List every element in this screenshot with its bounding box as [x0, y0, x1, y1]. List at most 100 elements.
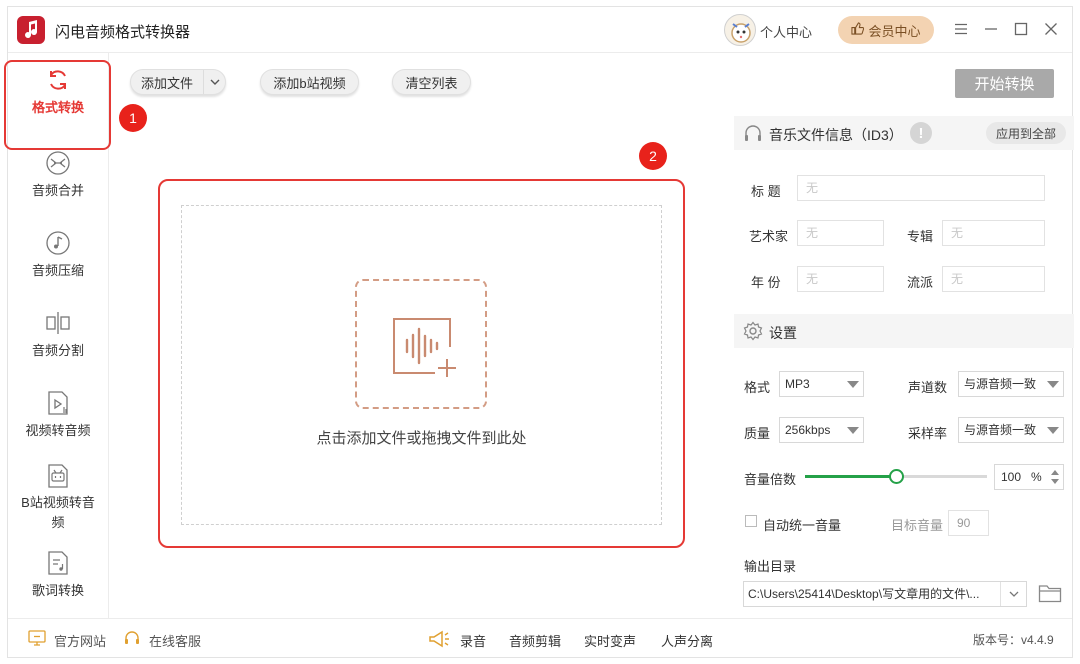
sidebar-item-lyrics-convert[interactable]: 歌词转换	[8, 550, 108, 599]
artist-label: 艺术家	[749, 229, 789, 244]
volume-label: 音量倍数	[744, 472, 797, 487]
artist-field[interactable]: 无	[797, 220, 884, 246]
lyrics-file-icon	[48, 551, 68, 575]
sidebar-item-bilibili-to-audio[interactable]: B站视频转音频	[8, 463, 108, 533]
headphones-icon	[743, 123, 763, 148]
folder-icon[interactable]	[1038, 583, 1062, 608]
settings-section-header: 设置	[734, 314, 1074, 348]
sidebar: 格式转换 音频合并 音频压缩 音频分割 视频转音频 B站视频转音频 歌词转换	[4, 53, 111, 618]
annotation-badge-2: 2	[639, 142, 667, 170]
format-value: MP3	[785, 377, 810, 391]
samplerate-select[interactable]: 与源音频一致	[958, 417, 1064, 443]
start-convert-button[interactable]: 开始转换	[955, 69, 1054, 98]
headset-icon	[123, 630, 141, 652]
chevron-down-icon	[847, 427, 859, 434]
output-dir-label: 输出目录	[744, 559, 797, 574]
year-field[interactable]: 无	[797, 266, 884, 292]
album-label: 专辑	[907, 229, 934, 244]
volume-unit: %	[1031, 470, 1042, 484]
bilibili-tv-icon	[48, 464, 68, 488]
version-text: 版本号：v4.4.9	[973, 633, 1054, 647]
gear-icon	[743, 321, 763, 346]
merge-arrows-icon	[46, 151, 70, 175]
format-label: 格式	[744, 380, 771, 395]
quality-select[interactable]: 256kbps	[779, 417, 864, 443]
online-service-link[interactable]: 在线客服	[149, 631, 201, 650]
samplerate-value: 与源音频一致	[964, 423, 1037, 437]
channels-value: 与源音频一致	[964, 377, 1037, 391]
volume-slider-handle[interactable]	[889, 469, 904, 484]
sidebar-item-audio-compress[interactable]: 音频压缩	[8, 230, 108, 279]
chevron-down-icon	[1047, 381, 1059, 388]
drop-zone-hint: 点击添加文件或拖拽文件到此处	[316, 430, 527, 447]
sidebar-item-label: 音频分割	[31, 343, 84, 358]
settings-section-title: 设置	[769, 325, 797, 341]
maximize-icon[interactable]	[1010, 18, 1032, 40]
sidebar-item-label: 音频合并	[31, 183, 84, 198]
sidebar-item-audio-merge[interactable]: 音频合并	[8, 150, 108, 199]
personal-center-link[interactable]: 个人中心	[760, 22, 812, 41]
genre-label: 流派	[907, 275, 934, 290]
website-icon	[28, 630, 46, 651]
id3-section-header: 音乐文件信息（ID3） ! 应用到全部	[734, 116, 1074, 150]
sidebar-item-video-to-audio[interactable]: 视频转音频	[8, 390, 108, 439]
minimize-icon[interactable]	[980, 18, 1002, 40]
info-alert-icon[interactable]: !	[910, 122, 932, 144]
sidebar-item-audio-split[interactable]: 音频分割	[8, 310, 108, 359]
spin-arrows-icon[interactable]	[1050, 468, 1060, 494]
sidebar-item-label: 视频转音频	[25, 423, 91, 438]
split-icon	[46, 312, 70, 334]
audio-cut-link[interactable]: 音频剪辑	[509, 631, 561, 650]
title-field[interactable]: 无	[797, 175, 1045, 201]
menu-icon[interactable]	[950, 18, 972, 40]
title-label: 标 题	[751, 184, 781, 199]
close-icon[interactable]	[1040, 18, 1062, 40]
vocal-separation-link[interactable]: 人声分离	[661, 631, 713, 650]
auto-volume-checkbox[interactable]	[745, 515, 757, 527]
apply-to-all-button[interactable]: 应用到全部	[986, 122, 1066, 144]
megaphone-icon	[428, 629, 450, 654]
volume-input[interactable]: 100 %	[994, 464, 1064, 490]
target-volume-label: 目标音量	[891, 518, 944, 533]
samplerate-label: 采样率	[908, 426, 948, 441]
chevron-down-icon	[1047, 427, 1059, 434]
output-dir-value: C:\Users\25414\Desktop\写文章用的文件\...	[748, 587, 980, 601]
volume-value: 100	[1001, 470, 1022, 484]
sidebar-item-label: 歌词转换	[31, 583, 84, 598]
channels-select[interactable]: 与源音频一致	[958, 371, 1064, 397]
output-dir-select[interactable]: C:\Users\25414\Desktop\写文章用的文件\...	[743, 581, 1027, 607]
format-select[interactable]: MP3	[779, 371, 864, 397]
add-bilibili-button[interactable]: 添加b站视频	[260, 69, 359, 95]
annotation-badge-1: 1	[119, 104, 147, 132]
target-volume-field[interactable]: 90	[948, 510, 989, 536]
add-file-label: 添加文件	[140, 75, 193, 91]
bottom-bar: 官方网站 在线客服 录音 音频剪辑 实时变声 人声分离 版本号：v4.4.9	[8, 618, 1072, 659]
official-website-link[interactable]: 官方网站	[54, 631, 106, 650]
vip-center-button[interactable]: 会员中心	[838, 16, 934, 44]
channels-label: 声道数	[908, 380, 948, 395]
genre-field[interactable]: 无	[942, 266, 1045, 292]
sidebar-item-format-convert[interactable]: 格式转换	[4, 60, 111, 150]
id3-section-title: 音乐文件信息（ID3）	[769, 127, 903, 143]
quality-value: 256kbps	[785, 423, 831, 437]
volume-slider-fill	[805, 475, 896, 478]
year-label: 年 份	[751, 275, 781, 290]
thumb-up-icon	[851, 22, 865, 38]
add-audio-icon[interactable]	[355, 279, 487, 409]
volume-slider[interactable]	[805, 469, 987, 484]
vip-center-label: 会员中心	[868, 23, 921, 39]
title-bar: 闪电音频格式转换器 个人中心 会员中心	[8, 7, 1072, 53]
auto-volume-label: 自动统一音量	[763, 518, 842, 533]
chevron-down-icon[interactable]	[203, 70, 225, 94]
chevron-down-icon	[847, 381, 859, 388]
clear-list-button[interactable]: 清空列表	[392, 69, 471, 95]
quality-label: 质量	[744, 426, 771, 441]
app-title: 闪电音频格式转换器	[55, 24, 191, 41]
avatar[interactable]	[724, 14, 756, 46]
add-file-button[interactable]: 添加文件	[130, 69, 226, 95]
sidebar-item-label: B站视频转音频	[21, 495, 95, 530]
chevron-down-icon[interactable]	[1000, 582, 1026, 606]
voice-change-link[interactable]: 实时变声	[584, 631, 636, 650]
record-link[interactable]: 录音	[460, 631, 486, 650]
album-field[interactable]: 无	[942, 220, 1045, 246]
